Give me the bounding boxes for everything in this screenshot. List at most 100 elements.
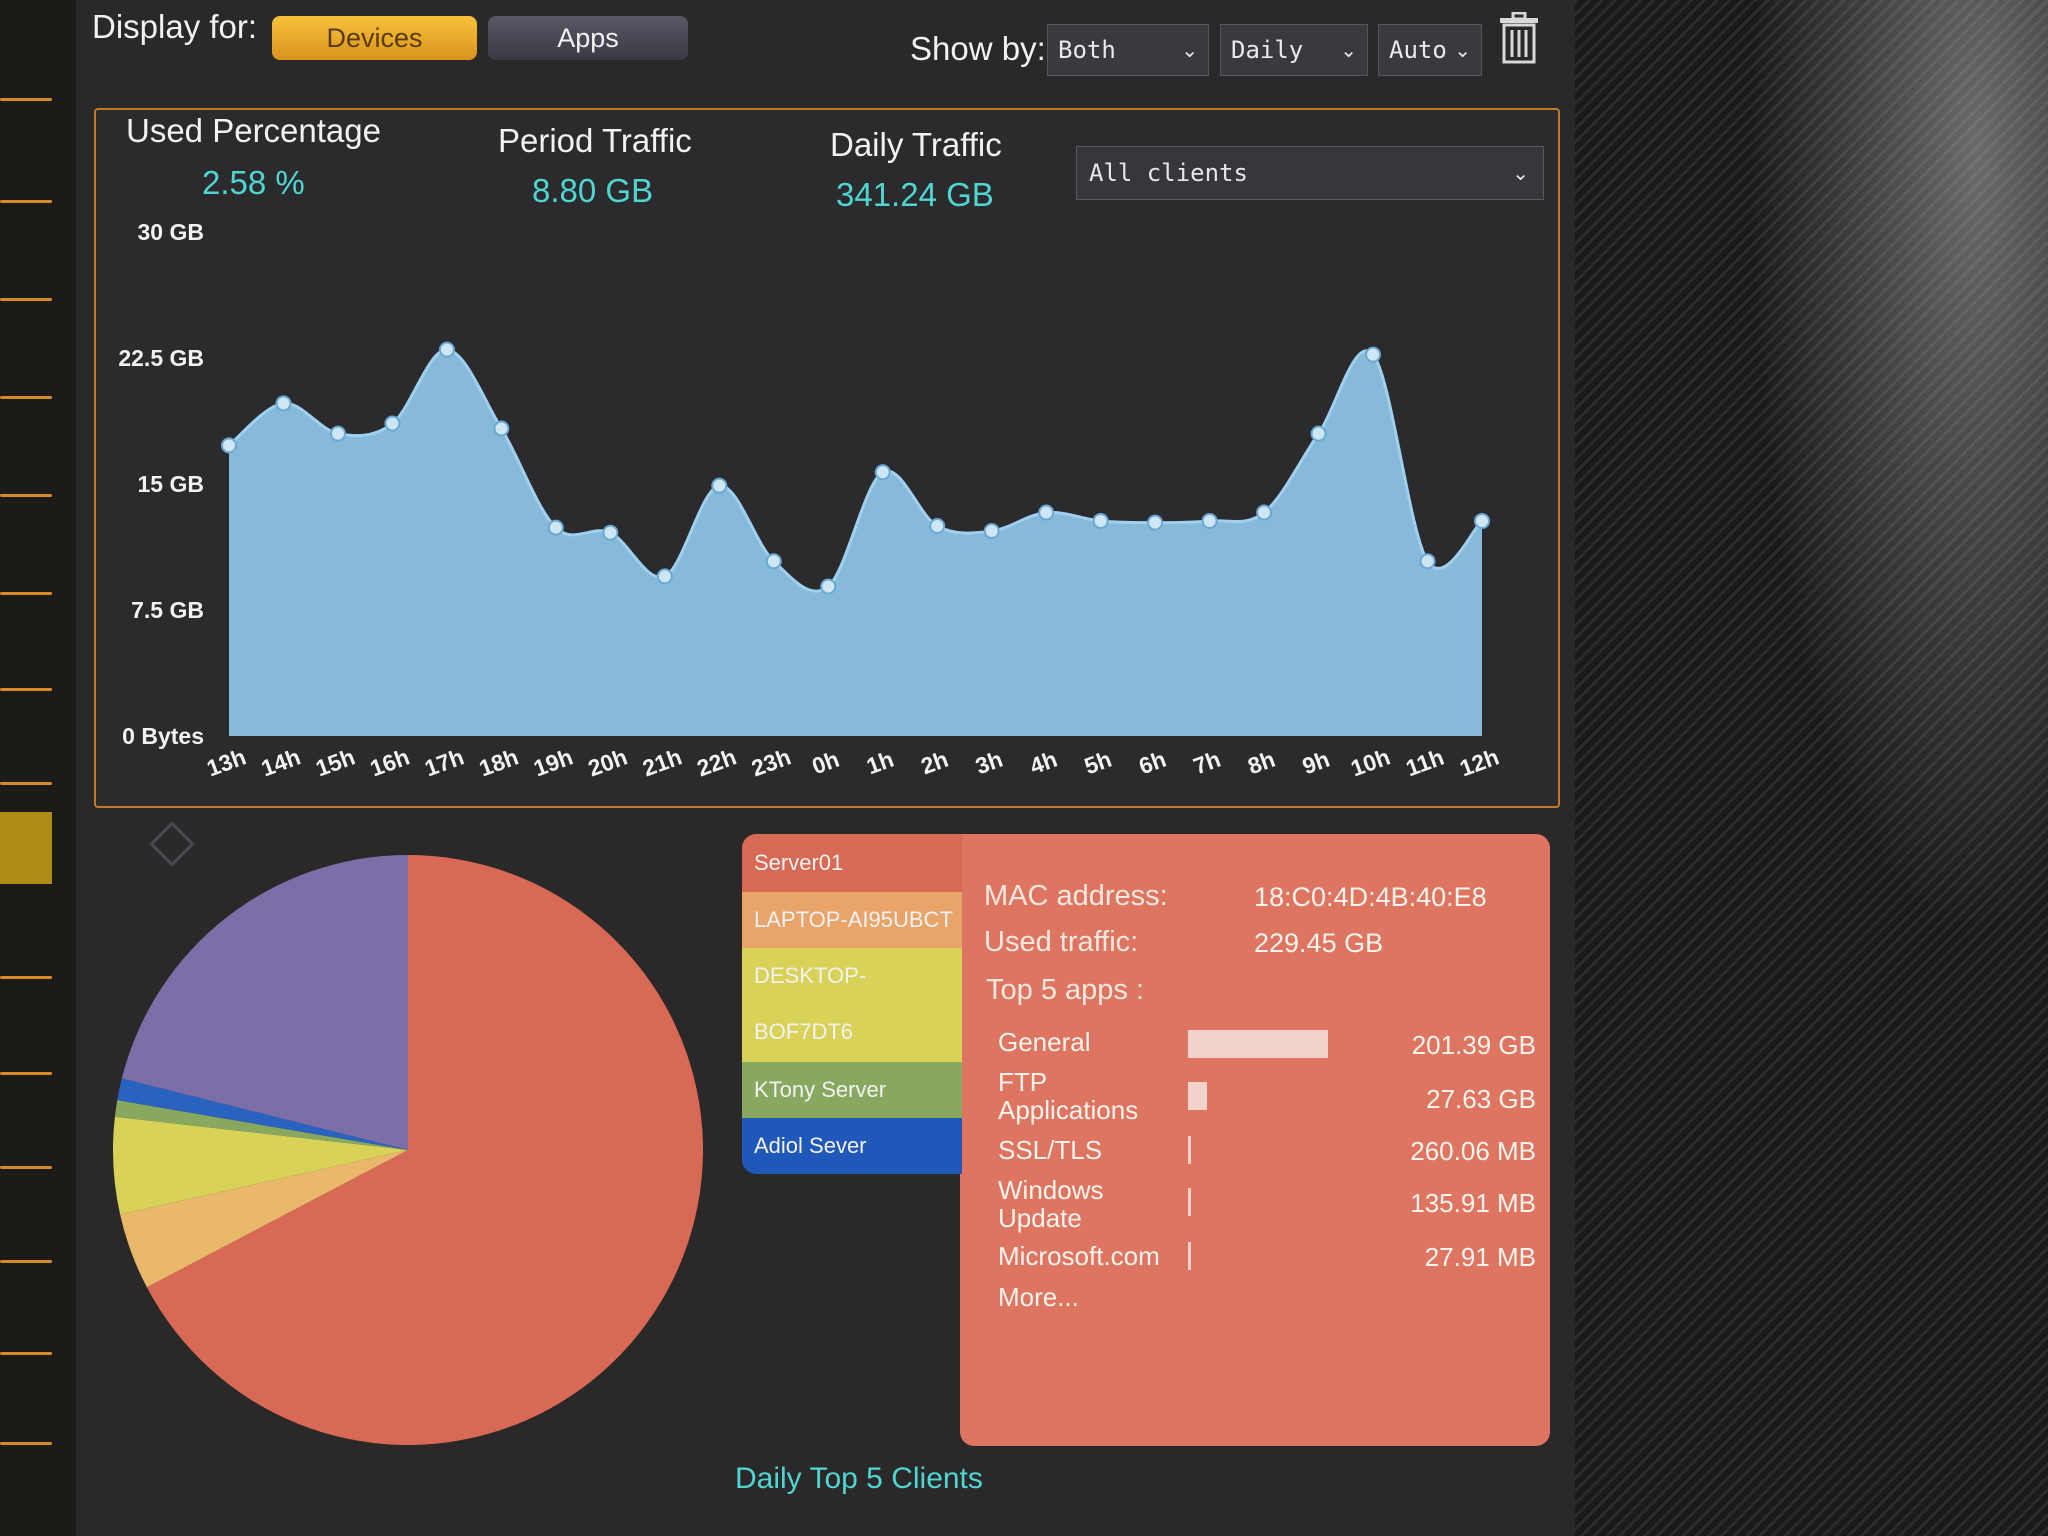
edge-tick — [0, 782, 52, 785]
x-axis-label: 12h — [1456, 743, 1502, 781]
x-axis-label: 22h — [693, 743, 739, 781]
x-axis-label: 9h — [1299, 746, 1333, 780]
data-point[interactable] — [221, 437, 237, 454]
app-traffic-value: 201.39 GB — [1411, 1030, 1536, 1060]
edge-tick — [0, 688, 52, 691]
background-pattern — [1575, 0, 2048, 1536]
client-item-desktop[interactable]: DESKTOP- BOF7DT6 — [742, 948, 962, 1062]
data-point[interactable] — [602, 524, 619, 541]
clients-select[interactable]: All clients ⌄ — [1076, 146, 1544, 200]
data-point[interactable] — [1201, 512, 1218, 529]
app-usage-bar — [1188, 1136, 1191, 1164]
data-point[interactable] — [1038, 504, 1055, 521]
data-point[interactable] — [656, 568, 673, 585]
x-axis-label: 13h — [203, 743, 249, 781]
client-item-server01[interactable]: Server01 — [742, 834, 962, 892]
data-point[interactable] — [1092, 512, 1109, 529]
edge-tick — [0, 494, 52, 497]
data-point[interactable] — [820, 578, 837, 595]
data-point[interactable] — [275, 395, 292, 412]
data-point[interactable] — [1310, 425, 1327, 442]
chevron-down-icon: ⌄ — [1340, 38, 1357, 62]
data-point[interactable] — [1365, 346, 1382, 363]
data-point[interactable] — [1147, 514, 1164, 531]
unit-select[interactable]: Auto ⌄ — [1378, 24, 1482, 76]
x-axis-label: 19h — [530, 743, 576, 781]
chevron-down-icon: ⌄ — [1512, 161, 1529, 185]
show-by-label: Show by: — [910, 30, 1046, 67]
daily-traffic-label: Daily Traffic — [830, 126, 1002, 163]
x-axis-label: 16h — [367, 743, 413, 781]
direction-select[interactable]: Both ⌄ — [1047, 24, 1209, 76]
x-axis-label: 8h — [1244, 746, 1278, 780]
clients-select-value: All clients — [1089, 159, 1248, 187]
more-apps-link[interactable]: More... — [998, 1282, 1079, 1313]
app-usage-bar — [1188, 1188, 1191, 1216]
data-point[interactable] — [874, 464, 891, 481]
edge-tick — [0, 1352, 52, 1355]
app-name: Windows Update — [998, 1175, 1104, 1233]
x-axis-label: 20h — [585, 743, 631, 781]
daily-top-clients-title: Daily Top 5 Clients — [735, 1462, 983, 1495]
data-point[interactable] — [983, 523, 1000, 540]
client-item-ktony-server[interactable]: KTony Server — [742, 1062, 962, 1118]
edge-tick — [0, 592, 52, 595]
used-percentage-label: Used Percentage — [126, 112, 381, 149]
data-point[interactable] — [329, 425, 346, 442]
data-point[interactable] — [547, 519, 564, 536]
unit-select-value: Auto — [1389, 36, 1447, 64]
y-axis-label: 7.5 GB — [131, 597, 204, 623]
app-usage-bar — [1188, 1082, 1207, 1110]
period-select[interactable]: Daily ⌄ — [1220, 24, 1368, 76]
app-traffic-value: 260.06 MB — [1410, 1136, 1536, 1166]
x-axis-label: 0h — [808, 746, 842, 780]
edge-tick — [0, 396, 52, 399]
mac-address-label: MAC address: — [984, 880, 1168, 912]
x-axis-label: 5h — [1081, 746, 1115, 780]
y-axis-label: 0 Bytes — [122, 723, 204, 749]
data-point[interactable] — [1256, 504, 1273, 521]
used-percentage-value: 2.58 % — [202, 164, 305, 201]
x-axis-label: 10h — [1347, 743, 1393, 781]
data-point[interactable] — [765, 553, 782, 570]
client-item-adiol-sever[interactable]: Adiol Sever — [742, 1118, 962, 1174]
x-axis-label: 23h — [748, 743, 794, 781]
data-point[interactable] — [493, 420, 510, 437]
x-axis-label: 3h — [972, 746, 1006, 780]
mac-address-value: 18:C0:4D:4B:40:E8 — [1254, 882, 1487, 912]
traffic-area-chart: 30 GB22.5 GB15 GB7.5 GB0 Bytes13h 14h 15h 1… — [118, 219, 1502, 781]
app-usage-bar — [1188, 1030, 1328, 1058]
app-name: FTP Applications — [998, 1067, 1139, 1125]
edge-tick — [0, 1072, 52, 1075]
top-apps-label: Top 5 apps : — [986, 974, 1144, 1006]
chevron-down-icon: ⌄ — [1181, 38, 1198, 62]
y-axis-label: 30 GB — [138, 219, 204, 245]
x-axis-label: 4h — [1026, 746, 1060, 780]
x-axis-label: 21h — [639, 743, 685, 781]
app-traffic-value: 27.91 MB — [1424, 1242, 1536, 1272]
edge-tick — [0, 1260, 52, 1263]
edge-tick — [0, 200, 52, 203]
edge-tick — [0, 298, 52, 301]
trash-icon[interactable] — [1498, 12, 1540, 64]
client-item-laptop[interactable]: LAPTOP-AI95UBCT — [742, 892, 962, 948]
apps-tab[interactable]: Apps — [488, 16, 688, 60]
y-axis-label: 22.5 GB — [118, 345, 204, 371]
traffic-area — [229, 349, 1482, 736]
data-point[interactable] — [1474, 512, 1490, 529]
data-point[interactable] — [929, 518, 946, 534]
data-point[interactable] — [711, 477, 728, 494]
app-name: Microsoft.com — [998, 1241, 1160, 1271]
x-axis-label: 15h — [312, 743, 358, 781]
data-point[interactable] — [1419, 553, 1436, 570]
devices-tab[interactable]: Devices — [272, 16, 477, 60]
edge-highlight-block — [0, 812, 52, 884]
display-for-label: Display for: — [92, 8, 258, 45]
data-point[interactable] — [438, 341, 455, 358]
edge-tick — [0, 1166, 52, 1169]
top-clients-list: Server01 LAPTOP-AI95UBCT DESKTOP- BOF7DT… — [742, 834, 962, 1174]
data-point[interactable] — [384, 415, 401, 432]
x-axis-label: 2h — [917, 746, 951, 780]
used-traffic-value: 229.45 GB — [1254, 928, 1384, 958]
x-axis-label: 7h — [1190, 746, 1224, 780]
